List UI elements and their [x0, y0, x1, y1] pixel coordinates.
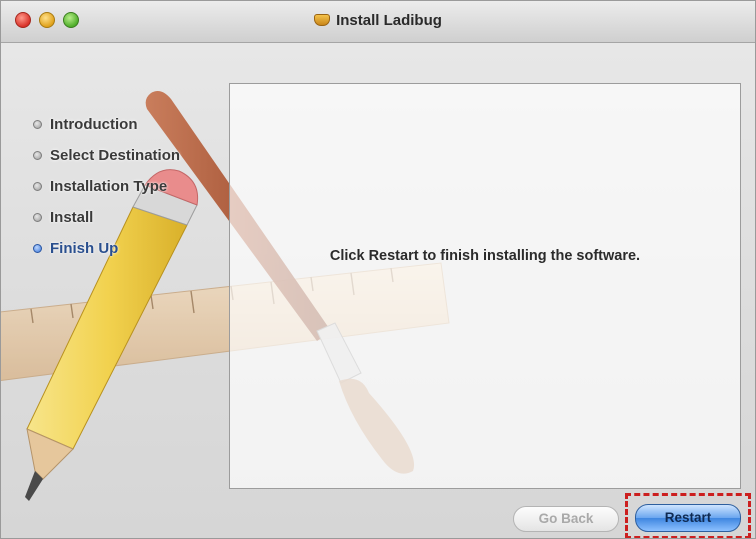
step-bullet-icon	[33, 151, 42, 160]
step-introduction: Introduction	[33, 109, 180, 140]
install-steps-list: Introduction Select Destination Installa…	[33, 109, 180, 264]
step-select-destination: Select Destination	[33, 140, 180, 171]
step-label: Finish Up	[50, 240, 119, 257]
step-label: Introduction	[50, 116, 138, 133]
step-label: Installation Type	[50, 178, 168, 195]
step-bullet-icon	[33, 182, 42, 191]
content-panel: Click Restart to finish installing the s…	[229, 83, 741, 489]
restart-highlight-annotation	[625, 493, 751, 538]
package-icon	[314, 14, 331, 26]
go-back-button[interactable]: Go Back	[513, 506, 619, 532]
window-title: Install Ladibug	[336, 12, 442, 29]
step-finish-up: Finish Up	[33, 233, 180, 264]
step-label: Select Destination	[50, 147, 181, 164]
step-active-bullet-icon	[33, 244, 42, 253]
step-label: Install	[50, 209, 94, 226]
step-install: Install	[33, 202, 180, 233]
step-installation-type: Installation Type	[33, 171, 180, 202]
window-title-group: Install Ladibug	[1, 12, 755, 29]
finish-message: Click Restart to finish installing the s…	[329, 248, 641, 264]
installer-window: Install Ladibug Introduction Select Dest…	[0, 0, 756, 539]
step-bullet-icon	[33, 120, 42, 129]
step-bullet-icon	[33, 213, 42, 222]
title-bar[interactable]: Install Ladibug	[1, 1, 755, 43]
